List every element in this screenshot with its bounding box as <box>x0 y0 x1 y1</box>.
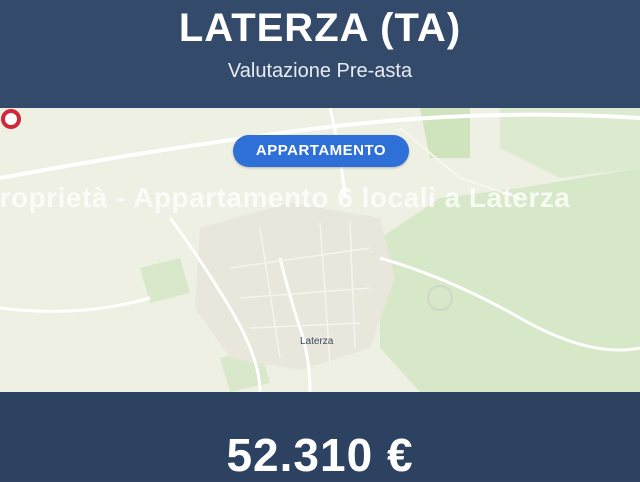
header-banner: LATERZA (TA) Valutazione Pre-asta <box>0 0 640 108</box>
page-title: LATERZA (TA) <box>178 6 462 50</box>
price-value: 52.310 € <box>226 429 414 481</box>
map-green-area <box>140 258 190 303</box>
map-urban-area <box>195 203 395 370</box>
map-road <box>0 296 151 313</box>
map-town-label: Laterza <box>300 336 334 347</box>
map-watermark-text: proprietà - Appartamento 6 locali a Late… <box>0 182 571 213</box>
page-subtitle: Valutazione Pre-asta <box>227 60 413 82</box>
property-type-badge: APPARTAMENTO <box>233 135 409 167</box>
location-pin-icon[interactable] <box>0 108 22 130</box>
